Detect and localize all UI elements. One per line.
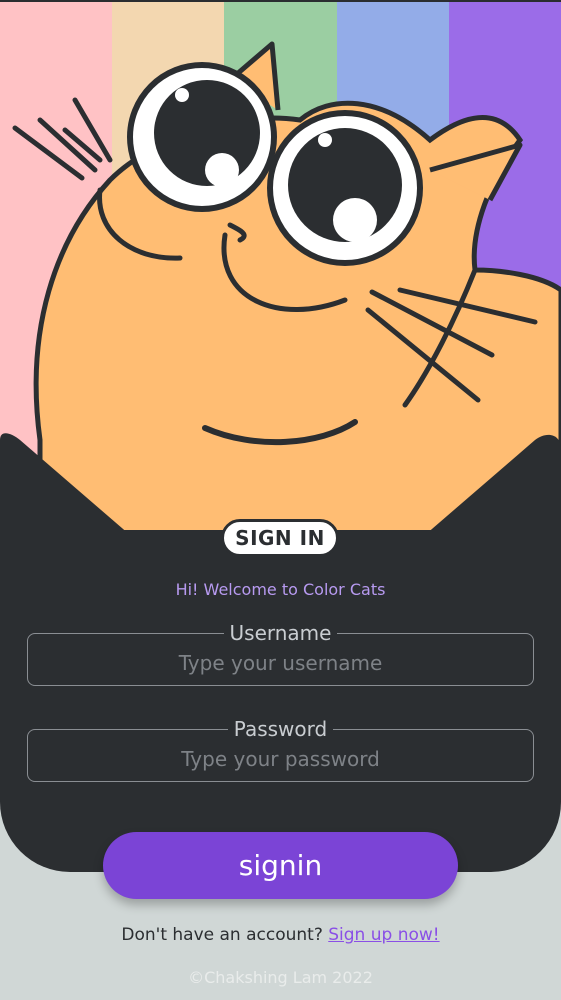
username-field: Username xyxy=(27,622,534,686)
welcome-text: Hi! Welcome to Color Cats xyxy=(175,580,386,599)
signup-row: Don't have an account? Sign up now! xyxy=(0,925,561,945)
password-field: Password xyxy=(27,718,534,782)
password-label: Password xyxy=(233,717,328,741)
signup-link[interactable]: Sign up now! xyxy=(328,925,439,945)
cat-illustration-icon xyxy=(0,41,561,543)
signin-badge: SIGN IN xyxy=(221,519,339,557)
username-input[interactable] xyxy=(40,648,521,678)
signup-prompt: Don't have an account? xyxy=(121,925,329,945)
username-label: Username xyxy=(229,621,332,645)
copyright-text: ©Chakshing Lam 2022 xyxy=(188,968,373,987)
signin-button[interactable]: signin xyxy=(103,832,458,899)
password-input[interactable] xyxy=(40,744,521,774)
